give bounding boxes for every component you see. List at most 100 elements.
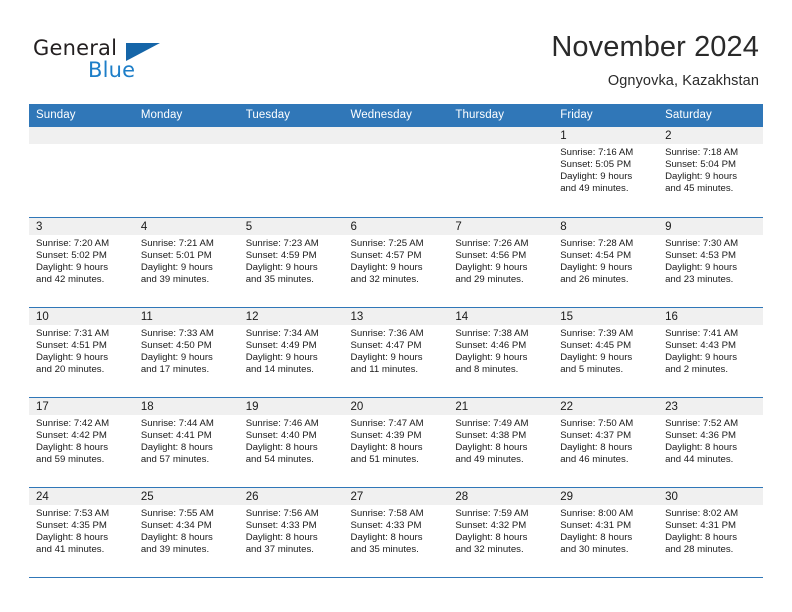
day-number: 9	[658, 217, 763, 235]
sunrise-time: Sunrise: 7:46 AM	[245, 417, 319, 429]
calendar-day-cell[interactable]: 7 Sunrise: 7:26 AM Sunset: 4:56 PM Daylight…	[448, 216, 554, 307]
calendar-week-row: 24 Sunrise: 7:53 AM Sunset: 4:35 PM Dayligh…	[29, 486, 763, 578]
day-number: 14	[448, 307, 554, 325]
calendar-day-cell[interactable]: 23 Sunrise: 7:52 AM Sunset: 4:36 PM Dayligh…	[658, 396, 763, 487]
calendar-day-cell[interactable]: 8 Sunrise: 7:28 AM Sunset: 4:54 PM Daylight…	[553, 216, 659, 307]
sunrise-time: Sunrise: 7:50 AM	[560, 417, 634, 429]
day-cell-inner: 22 Sunrise: 7:50 AM Sunset: 4:37 PM Dayligh…	[553, 397, 659, 487]
daylight-duration-line2: and 46 minutes.	[560, 453, 629, 465]
day-details: Sunrise: 7:55 AM Sunset: 4:34 PM Daylight:…	[134, 505, 239, 556]
sunrise-time: Sunrise: 7:21 AM	[140, 237, 214, 249]
day-cell-inner: 30 Sunrise: 8:02 AM Sunset: 4:31 PM Dayligh…	[658, 487, 763, 577]
daylight-duration-line1: Daylight: 8 hours	[350, 441, 423, 453]
calendar-day-cell[interactable]: 27 Sunrise: 7:58 AM Sunset: 4:33 PM Dayligh…	[343, 486, 449, 578]
daylight-duration-line2: and 49 minutes.	[560, 183, 629, 195]
day-number: 10	[29, 307, 134, 325]
sunset-time: Sunset: 4:36 PM	[665, 429, 736, 441]
daylight-duration-line2: and 30 minutes.	[560, 543, 629, 555]
logo-text-general: General	[33, 36, 118, 60]
calendar-week-row: 10 Sunrise: 7:31 AM Sunset: 4:51 PM Dayligh…	[29, 306, 763, 397]
day-details: Sunrise: 7:21 AM Sunset: 5:01 PM Daylight:…	[134, 235, 239, 286]
day-details: Sunrise: 7:58 AM Sunset: 4:33 PM Daylight:…	[344, 505, 449, 556]
calendar-day-cell[interactable]: 5 Sunrise: 7:23 AM Sunset: 4:59 PM Daylight…	[238, 216, 344, 307]
calendar-day-cell[interactable]: 2 Sunrise: 7:18 AM Sunset: 5:04 PM Daylight…	[658, 127, 763, 217]
calendar-day-cell[interactable]: 18 Sunrise: 7:44 AM Sunset: 4:41 PM Dayligh…	[133, 396, 239, 487]
daylight-duration-line2: and 32 minutes.	[350, 273, 419, 285]
day-number: 26	[238, 487, 344, 505]
day-cell-inner	[238, 127, 344, 217]
calendar-day-cell[interactable]: 13 Sunrise: 7:36 AM Sunset: 4:47 PM Dayligh…	[343, 306, 449, 397]
calendar-day-cell[interactable]: 24 Sunrise: 7:53 AM Sunset: 4:35 PM Dayligh…	[29, 486, 134, 578]
day-number: 28	[448, 487, 554, 505]
calendar-day-cell[interactable]: 25 Sunrise: 7:55 AM Sunset: 4:34 PM Dayligh…	[133, 486, 239, 578]
day-cell-inner: 14 Sunrise: 7:38 AM Sunset: 4:46 PM Dayligh…	[448, 307, 554, 397]
calendar-day-cell[interactable]: 6 Sunrise: 7:25 AM Sunset: 4:57 PM Daylight…	[343, 216, 449, 307]
daylight-duration-line1: Daylight: 9 hours	[350, 261, 423, 273]
daylight-duration-line1: Daylight: 9 hours	[140, 261, 213, 273]
weekday-header-thursday: Thursday	[448, 104, 554, 127]
calendar-day-cell[interactable]: 16 Sunrise: 7:41 AM Sunset: 4:43 PM Dayligh…	[658, 306, 763, 397]
daylight-duration-line1: Daylight: 8 hours	[245, 531, 318, 543]
calendar-day-cell[interactable]: 15 Sunrise: 7:39 AM Sunset: 4:45 PM Dayligh…	[553, 306, 659, 397]
day-number: 4	[133, 217, 239, 235]
daylight-duration-line1: Daylight: 9 hours	[560, 171, 633, 183]
daylight-duration-line2: and 59 minutes.	[36, 453, 105, 465]
day-cell-inner: 21 Sunrise: 7:49 AM Sunset: 4:38 PM Dayligh…	[448, 397, 554, 487]
day-details: Sunrise: 7:34 AM Sunset: 4:49 PM Daylight:…	[239, 325, 344, 376]
day-number: 1	[553, 127, 659, 144]
day-cell-inner: 11 Sunrise: 7:33 AM Sunset: 4:50 PM Dayligh…	[133, 307, 239, 397]
calendar-day-cell[interactable]: 30 Sunrise: 8:02 AM Sunset: 4:31 PM Dayligh…	[658, 486, 763, 578]
weekday-header-tuesday: Tuesday	[238, 104, 344, 127]
calendar-day-cell[interactable]: 4 Sunrise: 7:21 AM Sunset: 5:01 PM Daylight…	[133, 216, 239, 307]
daylight-duration-line2: and 39 minutes.	[140, 543, 210, 555]
calendar-header-row: Sunday Monday Tuesday Wednesday Thursday Frid…	[29, 104, 763, 127]
day-details: Sunrise: 7:49 AM Sunset: 4:38 PM Daylight:…	[448, 415, 553, 466]
daylight-duration-line1: Daylight: 9 hours	[245, 351, 318, 363]
calendar-day-cell[interactable]: 3 Sunrise: 7:20 AM Sunset: 5:02 PM Daylight…	[29, 216, 134, 307]
daylight-duration-line1: Daylight: 9 hours	[36, 351, 108, 363]
sunrise-time: Sunrise: 8:00 AM	[560, 507, 634, 519]
calendar-day-cell[interactable]: 21 Sunrise: 7:49 AM Sunset: 4:38 PM Dayligh…	[448, 396, 554, 487]
day-details: Sunrise: 7:42 AM Sunset: 4:42 PM Daylight:…	[29, 415, 134, 466]
day-number: 6	[343, 217, 449, 235]
day-cell-inner: 8 Sunrise: 7:28 AM Sunset: 4:54 PM Daylight…	[553, 217, 659, 307]
calendar-day-cell[interactable]: 14 Sunrise: 7:38 AM Sunset: 4:46 PM Dayligh…	[448, 306, 554, 397]
sunset-time: Sunset: 4:37 PM	[560, 429, 632, 441]
sunrise-time: Sunrise: 7:39 AM	[560, 327, 634, 339]
daylight-duration-line1: Daylight: 9 hours	[455, 261, 528, 273]
calendar-day-cell[interactable]: 19 Sunrise: 7:46 AM Sunset: 4:40 PM Dayligh…	[238, 396, 344, 487]
sunset-time: Sunset: 5:02 PM	[36, 249, 107, 261]
calendar-day-cell[interactable]: 12 Sunrise: 7:34 AM Sunset: 4:49 PM Dayligh…	[238, 306, 344, 397]
daylight-duration-line1: Daylight: 9 hours	[350, 351, 423, 363]
day-cell-inner: 26 Sunrise: 7:56 AM Sunset: 4:33 PM Dayligh…	[238, 487, 344, 577]
daylight-duration-line1: Daylight: 8 hours	[560, 441, 633, 453]
day-details: Sunrise: 7:33 AM Sunset: 4:50 PM Daylight:…	[134, 325, 239, 376]
calendar-day-cell[interactable]: 20 Sunrise: 7:47 AM Sunset: 4:39 PM Dayligh…	[343, 396, 449, 487]
calendar-day-cell[interactable]: 11 Sunrise: 7:33 AM Sunset: 4:50 PM Dayligh…	[133, 306, 239, 397]
day-details: Sunrise: 7:59 AM Sunset: 4:32 PM Daylight:…	[448, 505, 553, 556]
calendar-day-cell[interactable]: 28 Sunrise: 7:59 AM Sunset: 4:32 PM Dayligh…	[448, 486, 554, 578]
calendar-day-cell[interactable]: 17 Sunrise: 7:42 AM Sunset: 4:42 PM Dayligh…	[29, 396, 134, 487]
daylight-duration-line1: Daylight: 8 hours	[350, 531, 423, 543]
sunset-time: Sunset: 4:45 PM	[560, 339, 632, 351]
calendar-day-cell[interactable]: 9 Sunrise: 7:30 AM Sunset: 4:53 PM Daylight…	[658, 216, 763, 307]
calendar-day-cell[interactable]: 1 Sunrise: 7:16 AM Sunset: 5:05 PM Daylight…	[553, 127, 659, 217]
day-number: 17	[29, 397, 134, 415]
weekday-header-saturday: Saturday	[658, 104, 763, 127]
calendar-week-row: 17 Sunrise: 7:42 AM Sunset: 4:42 PM Dayligh…	[29, 396, 763, 487]
day-number	[343, 127, 449, 144]
day-number: 13	[343, 307, 449, 325]
calendar-day-cell[interactable]: 26 Sunrise: 7:56 AM Sunset: 4:33 PM Dayligh…	[238, 486, 344, 578]
day-cell-inner: 3 Sunrise: 7:20 AM Sunset: 5:02 PM Daylight…	[29, 217, 134, 307]
calendar-day-cell[interactable]: 10 Sunrise: 7:31 AM Sunset: 4:51 PM Dayligh…	[29, 306, 134, 397]
sunrise-time: Sunrise: 7:55 AM	[140, 507, 214, 519]
day-details: Sunrise: 7:25 AM Sunset: 4:57 PM Daylight:…	[344, 235, 449, 286]
calendar-day-cell[interactable]: 22 Sunrise: 7:50 AM Sunset: 4:37 PM Dayligh…	[553, 396, 659, 487]
brand-logo[interactable]: General Blue	[33, 36, 243, 86]
day-number	[29, 127, 134, 144]
calendar-page: General Blue November 2024 Ognyovka, Kaz…	[0, 0, 792, 612]
sunrise-time: Sunrise: 7:49 AM	[455, 417, 529, 429]
calendar-day-cell[interactable]: 29 Sunrise: 8:00 AM Sunset: 4:31 PM Dayligh…	[553, 486, 659, 578]
sunset-time: Sunset: 4:35 PM	[36, 519, 107, 531]
day-cell-inner	[29, 127, 134, 217]
